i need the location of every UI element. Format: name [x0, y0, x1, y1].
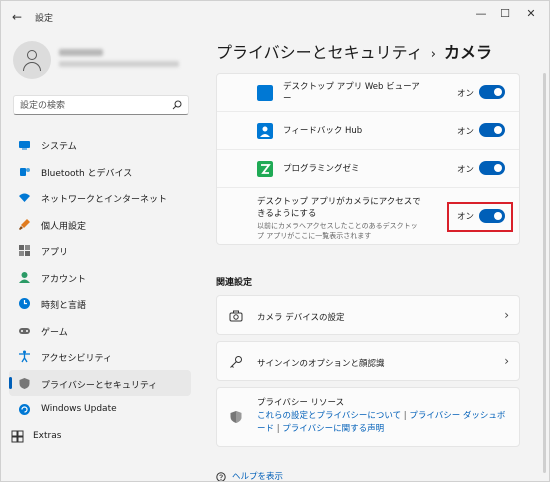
blurred-user-name — [59, 49, 103, 56]
main-content: デスクトップ アプリ Web ビューアー オン フィードバック Hub オン プ… — [216, 73, 520, 482]
sidebar-nav: システム Bluetooth とデバイス ネットワークとインターネット 個人用設… — [9, 131, 191, 449]
desktop-app-icon — [257, 85, 273, 101]
privacy-statement-link[interactable]: プライバシーに関する声明 — [282, 424, 384, 434]
toggle-state-label: オン — [457, 127, 475, 137]
privacy-resources-card: プライバシー リソース これらの設定とプライバシーについて | プライバシー ダ… — [216, 387, 520, 447]
desktop-access-subtitle: 以前にカメラへアクセスしたことのあるデスクトップ アプリがここに一覧表示されます — [257, 222, 418, 240]
sidebar-item-label: ネットワークとインターネット — [41, 195, 168, 205]
toggle-state-label: オン — [457, 165, 475, 175]
chevron-right-icon: › — [504, 308, 509, 322]
programming-zemi-icon — [257, 161, 273, 177]
accessibility-icon — [19, 350, 30, 363]
signin-options-label: サインインのオプションと顔認識 — [257, 359, 385, 369]
sidebar-item-label: Bluetooth とデバイス — [41, 168, 133, 179]
signin-options-link[interactable]: サインインのオプションと顔認識 › — [216, 341, 520, 381]
bluetooth-icon — [20, 167, 30, 176]
app-permissions-list: デスクトップ アプリ Web ビューアー オン フィードバック Hub オン プ… — [216, 73, 520, 245]
update-icon — [19, 404, 30, 415]
account-icon — [19, 271, 30, 283]
sidebar-item-privacy-security[interactable]: プライバシーとセキュリティ — [9, 369, 191, 396]
sidebar-item-accounts[interactable]: アカウント — [9, 264, 191, 291]
blurred-user-email — [59, 61, 179, 67]
key-icon — [230, 356, 242, 368]
get-help-label: ヘルプを表示 — [232, 472, 284, 482]
sidebar-item-label: システム — [41, 142, 77, 152]
app-name: デスクトップ アプリ Web ビューアー — [283, 82, 420, 104]
sidebar-item-label: Windows Update — [41, 404, 117, 414]
privacy-links: これらの設定とプライバシーについて | プライバシー ダッシュボード | プライ… — [257, 410, 512, 436]
sidebar-item-label: 時刻と言語 — [41, 301, 87, 311]
link-separator: | — [403, 411, 407, 421]
toggle-state-label: オン — [457, 89, 475, 99]
sidebar-item-label: アプリ — [41, 248, 69, 258]
list-item: フィードバック Hub オン — [217, 112, 519, 150]
sidebar-item-extras[interactable]: Extras — [9, 423, 191, 450]
sidebar-item-label: アカウント — [41, 274, 87, 285]
camera-icon — [229, 310, 243, 322]
sidebar-item-personalization[interactable]: 個人用設定 — [9, 211, 191, 238]
apps-icon — [19, 245, 30, 256]
shield-icon — [230, 411, 242, 423]
link-separator: | — [276, 424, 280, 434]
list-item: デスクトップ アプリ Web ビューアー オン — [217, 74, 519, 112]
help-icon — [216, 471, 226, 481]
sidebar-item-label: アクセシビリティ — [41, 354, 113, 364]
privacy-settings-link[interactable]: これらの設定とプライバシーについて — [257, 411, 401, 421]
user-avatar-icon — [27, 50, 37, 60]
page-title: カメラ — [443, 43, 492, 62]
privacy-resources-title: プライバシー リソース — [257, 398, 345, 408]
sidebar-item-apps[interactable]: アプリ — [9, 237, 191, 264]
sidebar-item-label: ゲーム — [41, 327, 68, 338]
close-button[interactable]: ✕ — [521, 6, 541, 22]
sidebar-item-windows-update[interactable]: Windows Update — [9, 396, 191, 423]
wifi-icon — [19, 193, 30, 202]
search-icon[interactable] — [172, 100, 182, 110]
back-arrow-icon[interactable]: ← — [9, 9, 25, 25]
camera-access-toggle[interactable] — [479, 85, 505, 99]
extras-icon — [11, 430, 24, 442]
camera-access-toggle[interactable] — [479, 161, 505, 175]
sidebar-item-label: 個人用設定 — [41, 221, 87, 232]
breadcrumb-separator: › — [430, 47, 436, 62]
get-help-link[interactable]: ヘルプを表示 — [216, 470, 284, 482]
desktop-apps-access-row: デスクトップ アプリがカメラにアクセスできるようにする 以前にカメラへアクセスし… — [217, 188, 519, 244]
sidebar-item-accessibility[interactable]: アクセシビリティ — [9, 343, 191, 370]
sidebar-item-label: プライバシーとセキュリティ — [41, 380, 158, 391]
system-icon — [19, 141, 30, 150]
gamepad-icon — [19, 327, 30, 334]
desktop-access-title: デスクトップ アプリがカメラにアクセスできるようにする — [257, 197, 421, 219]
search-input[interactable] — [20, 99, 170, 112]
sidebar-item-time-language[interactable]: 時刻と言語 — [9, 290, 191, 317]
brush-icon — [19, 218, 30, 230]
shield-icon — [19, 377, 30, 389]
sidebar-item-gaming[interactable]: ゲーム — [9, 317, 191, 344]
minimize-button[interactable]: — — [471, 6, 491, 22]
breadcrumb: プライバシーとセキュリティ › カメラ — [216, 39, 492, 63]
list-item: プログラミングゼミ オン — [217, 150, 519, 188]
search-box[interactable] — [13, 95, 189, 115]
globe-clock-icon — [19, 298, 30, 309]
feedback-hub-icon — [257, 123, 273, 139]
camera-access-toggle[interactable] — [479, 123, 505, 137]
highlight-box — [447, 202, 513, 232]
avatar — [13, 41, 51, 79]
app-name: プログラミングゼミ — [283, 164, 360, 174]
sidebar-item-network[interactable]: ネットワークとインターネット — [9, 184, 191, 211]
camera-devices-label: カメラ デバイスの設定 — [257, 313, 345, 323]
camera-devices-link[interactable]: カメラ デバイスの設定 › — [216, 295, 520, 335]
related-settings-heading: 関連設定 — [216, 278, 253, 288]
scrollbar[interactable] — [543, 73, 546, 473]
breadcrumb-parent[interactable]: プライバシーとセキュリティ — [216, 43, 423, 62]
title-bar: ← 設定 — ☐ ✕ — [1, 1, 549, 31]
window-title: 設定 — [35, 14, 54, 24]
app-name: フィードバック Hub — [283, 126, 363, 136]
settings-window: ← 設定 — ☐ ✕ システム Bluetooth とデバイス ネットワ — [0, 0, 550, 482]
sidebar-item-label: Extras — [33, 430, 62, 441]
sidebar-item-system[interactable]: システム — [9, 131, 191, 158]
sidebar-item-bluetooth[interactable]: Bluetooth とデバイス — [9, 158, 191, 185]
maximize-button[interactable]: ☐ — [495, 6, 515, 22]
chevron-right-icon: › — [504, 354, 509, 368]
